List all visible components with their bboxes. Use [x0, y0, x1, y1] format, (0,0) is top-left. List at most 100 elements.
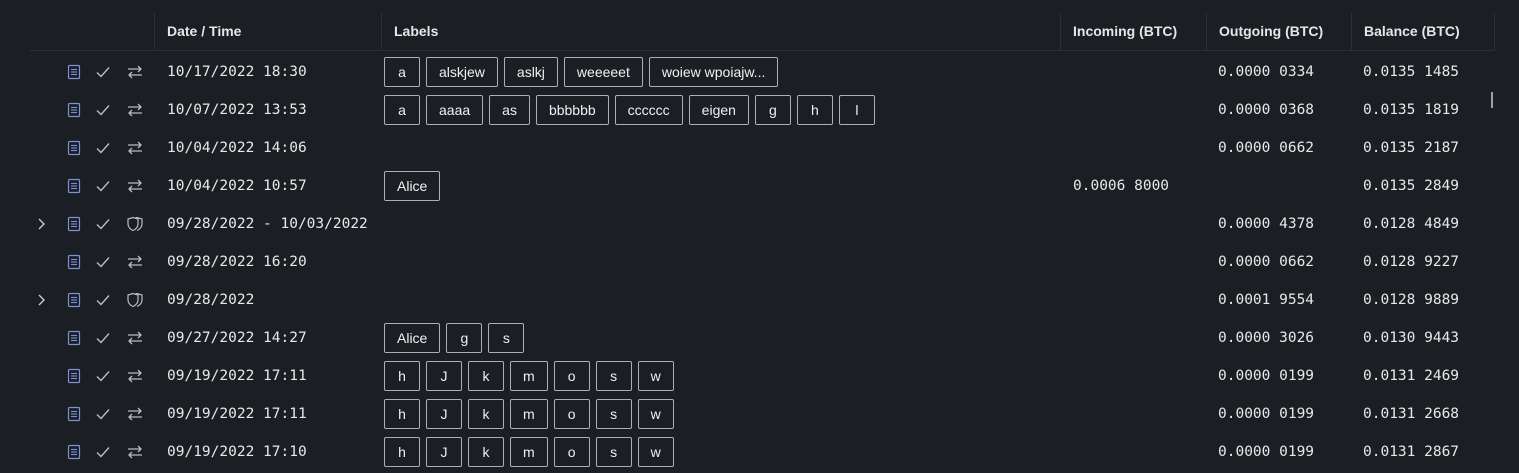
label-tag[interactable]: Alice: [384, 323, 441, 353]
label-tag[interactable]: g: [446, 323, 483, 353]
label-tag[interactable]: s: [488, 323, 525, 353]
label-tag[interactable]: k: [468, 399, 504, 429]
row-outgoing: 0.0000 0368: [1218, 102, 1315, 118]
label-tag[interactable]: h: [384, 361, 420, 391]
label-tag[interactable]: h: [384, 437, 420, 467]
label-tag[interactable]: w: [637, 437, 674, 467]
document-icon[interactable]: [66, 406, 82, 422]
document-icon[interactable]: [66, 102, 82, 118]
row-labels: hJkmosw: [384, 437, 674, 467]
label-tag[interactable]: s: [595, 361, 632, 391]
label-tag[interactable]: g: [754, 95, 791, 125]
check-icon: [95, 178, 111, 194]
document-icon[interactable]: [66, 64, 82, 80]
label-tag[interactable]: bbbbbb: [535, 95, 609, 125]
document-icon[interactable]: [66, 254, 82, 270]
document-icon[interactable]: [66, 216, 82, 232]
label-tag[interactable]: o: [553, 361, 590, 391]
table-body: 10/17/2022 18:30 a alskjew aslkj weeeeet woie…: [0, 53, 1519, 471]
check-icon: [95, 406, 111, 422]
row-date: 09/19/2022 17:11: [167, 368, 307, 384]
row-date: 10/04/2022 10:57: [167, 178, 307, 194]
label-tag[interactable]: a: [384, 57, 420, 87]
check-icon: [95, 140, 111, 156]
label-tag[interactable]: l: [838, 95, 875, 125]
label-tag[interactable]: o: [553, 437, 590, 467]
row-date: 10/17/2022 18:30: [167, 64, 307, 80]
label-tag[interactable]: alskjew: [426, 57, 498, 87]
document-icon[interactable]: [66, 178, 82, 194]
shield-group-icon: [125, 216, 145, 232]
table-row[interactable]: 10/04/2022 14:06 0.0000 0662 0.0135 2187: [0, 129, 1519, 167]
label-tag[interactable]: as: [489, 95, 530, 125]
label-tag[interactable]: w: [637, 361, 674, 391]
transfer-arrows-icon: [125, 254, 145, 270]
label-tag[interactable]: h: [796, 95, 833, 125]
document-icon[interactable]: [66, 368, 82, 384]
row-labels: Alice: [384, 171, 441, 201]
label-tag[interactable]: weeeeet: [563, 57, 643, 87]
label-tag[interactable]: eigen: [688, 95, 749, 125]
table-row[interactable]: 10/07/2022 13:53 a aaaa as bbbbbb cccccc eigen…: [0, 91, 1519, 129]
row-date: 09/28/2022 - 10/03/2022: [167, 216, 368, 232]
document-icon[interactable]: [66, 444, 82, 460]
document-icon[interactable]: [66, 330, 82, 346]
transactions-table: Date / Time Labels Incoming (BTC) Outgoi…: [0, 0, 1519, 473]
scrollbar-thumb[interactable]: [1491, 92, 1493, 108]
label-tag[interactable]: k: [468, 437, 504, 467]
row-balance: 0.0128 9889: [1363, 292, 1460, 308]
label-tag[interactable]: o: [553, 399, 590, 429]
column-header-balance[interactable]: Balance (BTC): [1351, 13, 1495, 50]
label-tag[interactable]: s: [595, 437, 632, 467]
label-tag[interactable]: J: [426, 437, 462, 467]
column-header-date[interactable]: Date / Time: [154, 13, 381, 50]
row-incoming: 0.0006 8000: [1073, 178, 1170, 194]
table-row[interactable]: 10/17/2022 18:30 a alskjew aslkj weeeeet woie…: [0, 53, 1519, 91]
check-icon: [95, 330, 111, 346]
label-tag[interactable]: aslkj: [503, 57, 558, 87]
shield-group-icon: [125, 292, 145, 308]
document-icon[interactable]: [66, 140, 82, 156]
table-row[interactable]: 09/28/2022 16:20 0.0000 0662 0.0128 9227: [0, 243, 1519, 281]
table-row[interactable]: 09/19/2022 17:11 h Jk m o s w 0.0000 0199 0.0131…: [0, 395, 1519, 433]
label-tag[interactable]: h: [384, 399, 420, 429]
table-row[interactable]: 09/28/2022 0.0001 9554 0.0128 9889: [0, 281, 1519, 319]
chevron-right-icon[interactable]: [33, 216, 49, 232]
transfer-arrows-icon: [125, 140, 145, 156]
label-tag[interactable]: J: [426, 361, 462, 391]
row-outgoing: 0.0000 0662: [1218, 140, 1315, 156]
label-tag[interactable]: s: [595, 399, 632, 429]
chevron-right-icon[interactable]: [33, 292, 49, 308]
label-tag[interactable]: w: [637, 399, 674, 429]
label-tag[interactable]: m: [510, 437, 548, 467]
label-tag[interactable]: cccccc: [614, 95, 683, 125]
check-icon: [95, 292, 111, 308]
label-tag[interactable]: woiew wpoiajw...: [648, 57, 779, 87]
table-row[interactable]: 09/28/2022 - 10/03/2022 0.0000 4378 0.0128…: [0, 205, 1519, 243]
table-row[interactable]: 09/19/2022 17:11 h Jk m o s w 0.0000 0199 0.0131…: [0, 357, 1519, 395]
table-row[interactable]: 10/04/2022 10:57 Alice 0.0006 8000 0.0135 2…: [0, 167, 1519, 205]
label-tag[interactable]: a: [384, 95, 420, 125]
column-header-incoming[interactable]: Incoming (BTC): [1060, 13, 1206, 50]
column-header-labels[interactable]: Labels: [381, 13, 1060, 50]
row-date: 09/28/2022 16:20: [167, 254, 307, 270]
label-tag[interactable]: m: [510, 361, 548, 391]
label-tag[interactable]: m: [510, 399, 548, 429]
label-tag[interactable]: Alice: [384, 171, 441, 201]
row-labels: a aaaa as bbbbbb cccccc eigen g h l: [384, 95, 875, 125]
row-labels: Alice g s: [384, 323, 525, 353]
table-row[interactable]: 09/27/2022 14:27 Alice g s 0.0000 3026 0.0130…: [0, 319, 1519, 357]
row-balance: 0.0131 2867: [1363, 444, 1460, 460]
check-icon: [95, 254, 111, 270]
transfer-arrows-icon: [125, 406, 145, 422]
table-row[interactable]: 09/19/2022 17:10 h Jk m o s w 0.0000 0199 0.0131…: [0, 433, 1519, 471]
label-tag[interactable]: k: [468, 361, 504, 391]
row-balance: 0.0128 9227: [1363, 254, 1460, 270]
row-date: 09/28/2022: [167, 292, 255, 308]
label-tag[interactable]: J: [426, 399, 462, 429]
label-tag[interactable]: aaaa: [426, 95, 484, 125]
row-balance: 0.0128 4849: [1363, 216, 1460, 232]
row-outgoing: 0.0000 0199: [1218, 444, 1315, 460]
column-header-outgoing[interactable]: Outgoing (BTC): [1206, 13, 1351, 50]
document-icon[interactable]: [66, 292, 82, 308]
